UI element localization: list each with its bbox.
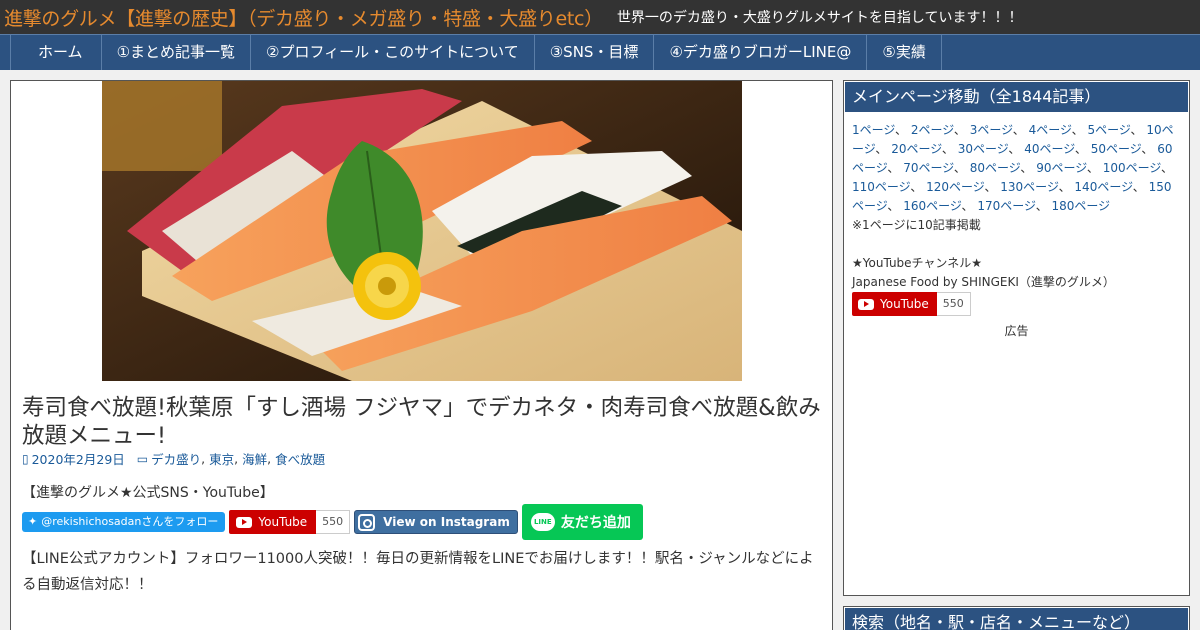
page-link[interactable]: 140ページ	[1074, 180, 1132, 194]
page-link[interactable]: 100ページ	[1103, 161, 1161, 175]
youtube-play-icon	[858, 298, 874, 310]
page-link[interactable]: 90ページ	[1036, 161, 1087, 175]
page-link[interactable]: 1ページ	[852, 123, 895, 137]
page-link-separator: 、	[1074, 142, 1091, 156]
sushi-hero-image	[102, 81, 742, 381]
line-add-friend-button[interactable]: LINE 友だち追加	[521, 504, 643, 540]
site-tagline: 世界一のデカ盛り・大盛りグルメサイトを目指しています！！！	[616, 10, 1023, 26]
page-link[interactable]: 2ページ	[911, 123, 954, 137]
nav-item-line[interactable]: ④デカ盛りブロガーLINE@	[654, 35, 868, 70]
youtube-play-icon	[236, 516, 253, 528]
page-link-separator: 、	[875, 142, 892, 156]
nav-item-summary[interactable]: ①まとめ記事一覧	[102, 35, 252, 70]
article-card: 寿司食べ放題!秋葉原「すし酒場 フジヤマ」でデカネタ・肉寿司食べ放題&飲み放題メ…	[10, 80, 833, 630]
page-link[interactable]: 5ページ	[1088, 123, 1131, 137]
page-link[interactable]: 160ページ	[903, 199, 961, 213]
page-link-separator: 、	[1008, 142, 1025, 156]
category-link-tokyo[interactable]: 東京	[209, 449, 234, 468]
page-links: 1ページ、 2ページ、 3ページ、 4ページ、 5ページ、 10ページ、 20ペ…	[844, 113, 1189, 216]
page-link-separator: 、	[961, 199, 978, 213]
article-title: 寿司食べ放題!秋葉原「すし酒場 フジヤマ」でデカネタ・肉寿司食べ放題&飲み放題メ…	[22, 395, 821, 449]
page-link-separator: 、	[984, 180, 1001, 194]
page-link-separator: 、	[1020, 161, 1037, 175]
line-account-text: 【LINE公式アカウント】フォロワー11000人突破！！毎日の更新情報をLINE…	[22, 551, 814, 593]
site-title[interactable]: 進撃のグルメ【進撃の歴史】（デカ盛り・メガ盛り・特盛・大盛りetc）	[4, 4, 603, 31]
page-link[interactable]: 110ページ	[852, 180, 910, 194]
ad-label: 広告	[1004, 324, 1029, 338]
page-link-separator: 、	[1132, 180, 1149, 194]
post-date: 2020年2月29日	[31, 452, 125, 467]
nav-item-achievements[interactable]: ⑤実績	[867, 35, 942, 70]
page-link[interactable]: 70ページ	[903, 161, 954, 175]
instagram-button[interactable]: View on Instagram	[354, 510, 518, 534]
nav-item-sns[interactable]: ③SNS・目標	[535, 35, 655, 70]
sushi-photo-illustration	[102, 81, 742, 381]
sidebar-search: 検索（地名・駅・店名・メニューなど）	[843, 606, 1190, 630]
folder-icon: ▭	[136, 451, 149, 466]
sidebar-youtube-subscriber-count: 550	[936, 292, 971, 316]
page-link-separator: 、	[1130, 123, 1147, 137]
page-link[interactable]: 180ページ	[1052, 199, 1111, 213]
page-link-separator: 、	[887, 161, 904, 175]
sidebar-heading: メインページ移動（全1844記事）	[845, 82, 1188, 112]
category-link-all-you-can-eat[interactable]: 食べ放題	[275, 449, 325, 468]
page-link-separator: 、	[895, 123, 911, 137]
category-link-seafood[interactable]: 海鮮	[242, 449, 267, 468]
page-link[interactable]: 3ページ	[970, 123, 1013, 137]
page-link[interactable]: 130ページ	[1000, 180, 1058, 194]
nav-item-profile[interactable]: ②プロフィール・このサイトについて	[251, 35, 535, 70]
calendar-icon: ▯	[22, 451, 29, 466]
page-link[interactable]: 20ページ	[891, 142, 942, 156]
search-heading: 検索（地名・駅・店名・メニューなど）	[845, 608, 1188, 630]
page-link[interactable]: 170ページ	[977, 199, 1035, 213]
site-header: 進撃のグルメ【進撃の歴史】（デカ盛り・メガ盛り・特盛・大盛りetc） 世界一のデ…	[0, 0, 1200, 34]
nav-item-home[interactable]: ホーム	[10, 35, 102, 70]
page-link-separator: 、	[1071, 123, 1088, 137]
twitter-bird-icon: ✦	[28, 515, 38, 528]
page-link-separator: 、	[1141, 142, 1158, 156]
sns-buttons: ✦ @rekishichosadanさんをフォロー YouTube 550 Vi…	[22, 502, 643, 542]
page-link-separator: 、	[953, 161, 970, 175]
page-link-separator: 、	[910, 180, 927, 194]
instagram-camera-icon	[358, 513, 376, 531]
page-link-separator: 、	[1012, 123, 1029, 137]
page-link-separator: 、	[1058, 180, 1075, 194]
page-link[interactable]: 4ページ	[1029, 123, 1072, 137]
page-link-separator: 、	[1035, 199, 1052, 213]
sidebar-page-nav: メインページ移動（全1844記事） 1ページ、 2ページ、 3ページ、 4ページ…	[843, 80, 1190, 596]
page-link[interactable]: 80ページ	[970, 161, 1021, 175]
page-link-separator: 、	[1161, 161, 1174, 175]
twitter-follow-button[interactable]: ✦ @rekishichosadanさんをフォロー	[22, 512, 226, 532]
main-nav: ホーム ①まとめ記事一覧 ②プロフィール・このサイトについて ③SNS・目標 ④…	[0, 34, 1200, 70]
youtube-subscriber-count: 550	[316, 510, 351, 534]
page-link-separator: 、	[953, 123, 970, 137]
sidebar-youtube-subscribe-button[interactable]: YouTube 550	[852, 292, 971, 316]
youtube-subscribe-button[interactable]: YouTube 550	[229, 510, 351, 534]
sns-heading: 【進撃のグルメ★公式SNS・YouTube】	[22, 485, 274, 501]
page-link[interactable]: 40ページ	[1024, 142, 1075, 156]
page-link-separator: 、	[1086, 161, 1103, 175]
article-meta: ▯ 2020年2月29日 ▭ デカ盛り , 東京 , 海鮮 , 食べ放題	[22, 449, 326, 468]
category-link-dekamori[interactable]: デカ盛り	[151, 449, 201, 468]
page-link[interactable]: 50ページ	[1091, 142, 1142, 156]
page-note: ※1ページに10記事掲載	[852, 218, 981, 232]
page-link[interactable]: 120ページ	[926, 180, 984, 194]
page-link-separator: 、	[941, 142, 958, 156]
page-link-separator: 、	[887, 199, 904, 213]
line-logo-icon: LINE	[530, 513, 555, 531]
youtube-channel-name: Japanese Food by SHINGEKI（進撃のグルメ）	[852, 275, 1115, 289]
youtube-channel-heading: ★YouTubeチャンネル★	[852, 256, 982, 270]
page-link[interactable]: 30ページ	[958, 142, 1009, 156]
